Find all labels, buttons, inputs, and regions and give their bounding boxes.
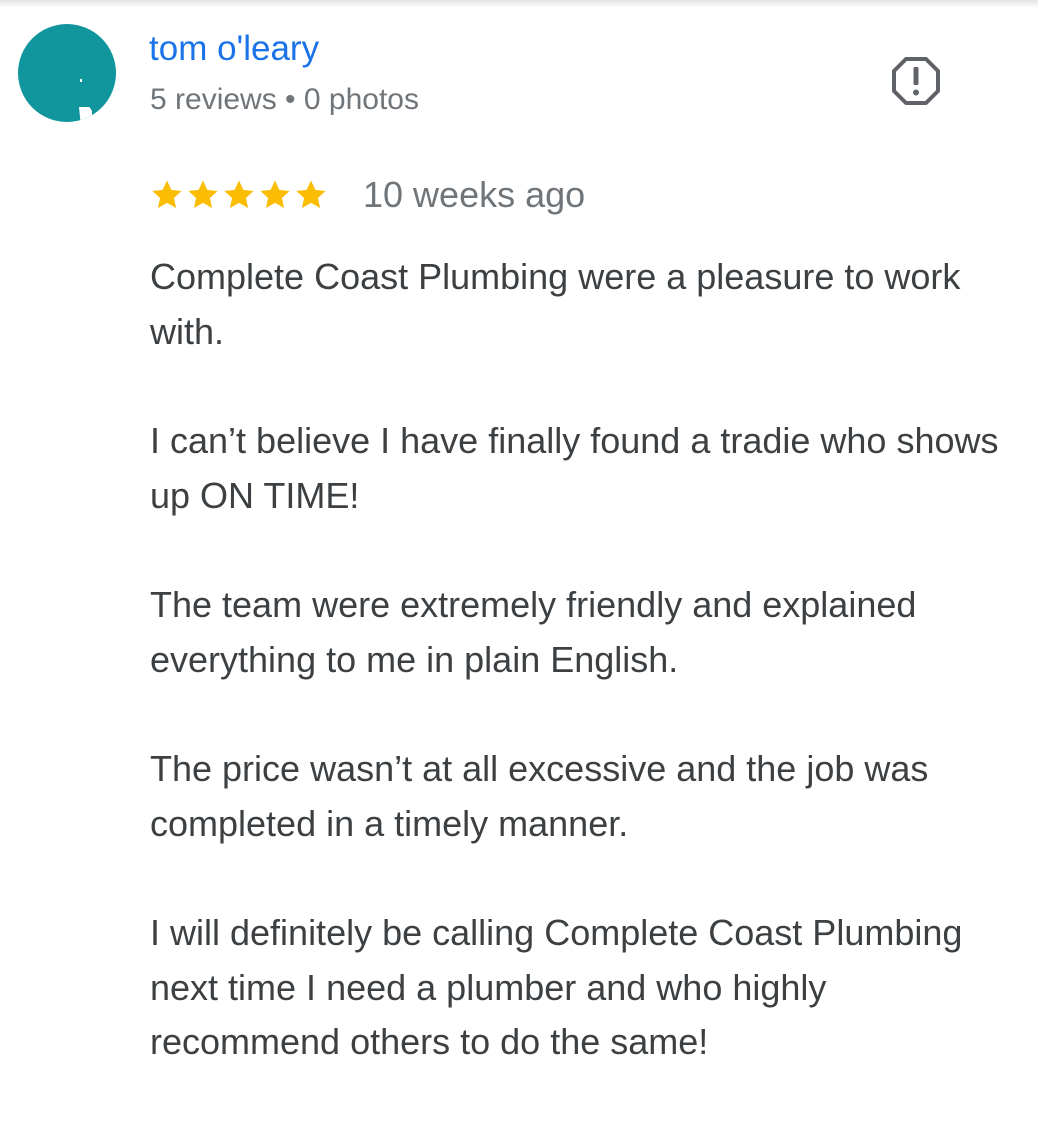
avatar-mark [80,79,82,82]
rating-row: 10 weeks ago [150,172,585,218]
review-text: Complete Coast Plumbing were a pleasure … [150,250,1020,1125]
star-icon [296,180,326,209]
avatar[interactable] [18,24,116,122]
avatar-mark [79,107,92,120]
review-date: 10 weeks ago [363,174,586,215]
review-paragraph: I will definitely be calling Complete Co… [150,912,963,1062]
review-paragraph: The team were extremely friendly and exp… [150,584,917,680]
star-icon [224,180,254,209]
review-paragraph: I can’t believe I have finally found a t… [150,420,999,516]
star-icon [260,180,290,209]
top-shadow-divider [0,0,1038,8]
author-name[interactable]: tom o'leary [149,28,319,70]
report-flag-icon[interactable] [889,54,943,108]
author-stats: 5 reviews • 0 photos [150,83,419,116]
star-rating [150,178,328,212]
review-paragraph: The price wasn’t at all excessive and th… [150,748,929,844]
review-paragraph: Complete Coast Plumbing were a pleasure … [150,256,961,352]
star-icon [152,180,182,209]
star-icon [188,180,218,209]
